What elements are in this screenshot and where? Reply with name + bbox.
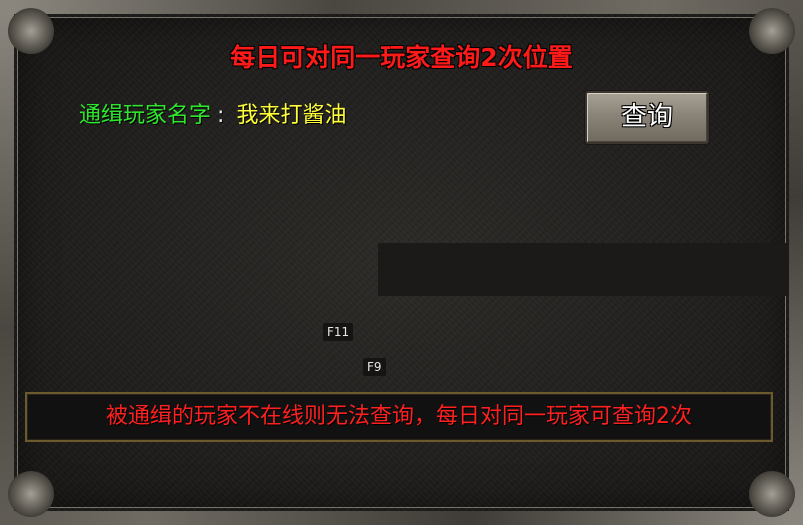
label-colon: : [217,103,225,128]
panel-title: 每日可对同一玩家查询2次位置 [230,43,573,72]
hotkey-f11: F11 [323,323,354,341]
wanted-player-row: 通缉玩家名字: 我来打酱油 [79,97,346,129]
hotkey-f9: F9 [363,358,386,376]
ornament-corner-icon [749,471,795,517]
result-strip [378,243,789,296]
player-name: 我来打酱油 [236,103,347,128]
ornament-corner-icon [8,471,54,517]
wanted-label: 通缉玩家名字 [79,103,212,128]
notice-text: 被通缉的玩家不在线则无法查询，每日对同一玩家可查询2次 [25,392,773,442]
query-button[interactable]: 查询 [585,91,709,144]
